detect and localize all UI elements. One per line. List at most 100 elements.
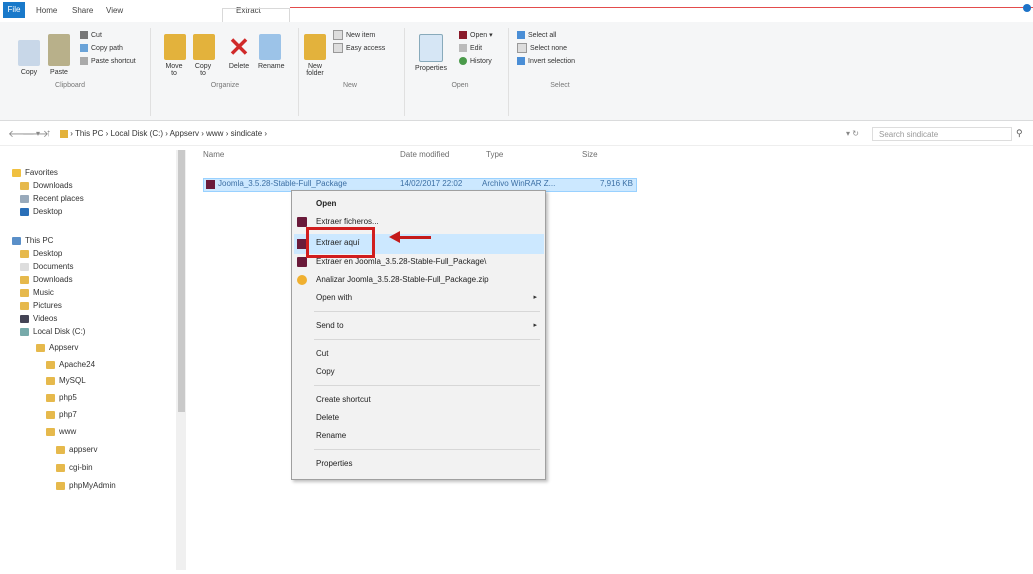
open-button[interactable]: Open ▾ [459,30,493,41]
copy-path-icon [80,44,88,53]
folder-icon [56,463,65,472]
nav-item-videos[interactable]: Videos [20,312,57,325]
nav-item-pictures[interactable]: Pictures [20,299,62,312]
easy-access-button[interactable]: Easy access [333,43,385,54]
invert-selection-icon [517,57,525,66]
menu-item-copy[interactable]: Copy [292,363,543,381]
breadcrumb-item[interactable]: Local Disk (C:) [111,129,163,138]
tab-share[interactable]: Share [66,3,99,19]
scissors-icon [80,31,88,40]
breadcrumb-item[interactable]: Appserv [170,129,199,138]
column-size[interactable]: Size [582,150,598,159]
search-input[interactable]: Search sindicate [872,127,1012,141]
nav-item-music[interactable]: Music [20,286,54,299]
breadcrumb-item[interactable]: This PC [75,129,103,138]
nav-item-phpmyadmin[interactable]: phpMyAdmin [56,479,116,492]
select-none-button[interactable]: Select none [517,43,567,54]
menu-item-open[interactable]: Open [292,195,543,213]
ribbon: Copy Paste Cut Copy path Paste shortcut … [0,22,1033,121]
select-group-label: Select [550,82,570,89]
folder-icon [20,249,29,258]
music-icon [20,288,29,297]
select-all-button[interactable]: Select all [517,30,556,41]
nav-item-local-disk[interactable]: Local Disk (C:) [20,325,85,338]
refresh-icon[interactable]: ▾ ↻ [846,129,859,138]
history-button[interactable]: History [459,56,492,67]
copy-path-button[interactable]: Copy path [80,43,123,54]
tab-home[interactable]: Home [30,3,63,19]
pictures-icon [20,301,29,310]
menu-item-scan-archive[interactable]: Analizar Joomla_3.5.28-Stable-Full_Packa… [292,271,543,289]
file-name[interactable]: Joomla_3.5.28-Stable-Full_Package [218,179,347,188]
column-type[interactable]: Type [486,150,503,159]
extract-tab-outline [222,8,290,23]
nav-item-favorites[interactable]: Favorites [12,166,58,179]
menu-item-cut[interactable]: Cut [292,345,543,363]
nav-item-appserv-www[interactable]: appserv [56,443,97,456]
nav-item-desktop[interactable]: Desktop [20,205,62,218]
address-bar: 🡐 🡒 ▾ ↑ › This PC › Local Disk (C:) › Ap… [0,123,1033,146]
nav-item-desktop-pc[interactable]: Desktop [20,247,62,260]
menu-separator [314,339,540,340]
delete-button[interactable]: ✕ Delete [228,34,250,70]
videos-icon [20,314,29,323]
file-size: 7,916 KB [600,179,633,188]
tab-view[interactable]: View [100,3,129,19]
column-date-modified[interactable]: Date modified [400,150,449,159]
cut-button[interactable]: Cut [80,30,102,41]
nav-item-php7[interactable]: php7 [46,408,77,421]
nav-item-this-pc[interactable]: This PC [12,234,53,247]
nav-item-php5[interactable]: php5 [46,391,77,404]
search-icon[interactable]: ⚲ [1016,128,1023,139]
menu-item-send-to[interactable]: Send to ▸ [292,317,543,335]
rename-button[interactable]: Rename [258,34,284,70]
edit-button[interactable]: Edit [459,43,482,54]
nav-item-cgi-bin[interactable]: cgi-bin [56,461,93,474]
copy-button[interactable]: Copy [18,40,40,76]
recent-locations-icon[interactable]: ▾ [36,129,40,138]
delete-x-icon: ✕ [228,32,250,62]
move-to-button[interactable]: Move to [164,34,186,77]
menu-item-rename[interactable]: Rename [292,427,543,445]
nav-item-www[interactable]: www [46,425,76,438]
properties-icon [419,34,443,62]
help-icon[interactable] [1023,4,1031,12]
nav-item-documents[interactable]: Documents [20,260,73,273]
nav-item-appserv[interactable]: Appserv [36,341,78,354]
nav-item-recent-places[interactable]: Recent places [20,192,84,205]
new-folder-button[interactable]: New folder [304,34,326,77]
breadcrumb-item[interactable]: www [206,129,223,138]
copy-to-button[interactable]: Copy to [193,34,215,77]
up-icon[interactable]: ↑ [46,128,51,139]
submenu-arrow-icon: ▸ [533,322,537,329]
organize-group-label: Organize [210,82,240,89]
winrar-icon [297,217,307,227]
menu-item-delete[interactable]: Delete [292,409,543,427]
menu-item-properties[interactable]: Properties [292,455,543,473]
tab-file[interactable]: File [3,2,25,18]
menu-item-create-shortcut[interactable]: Create shortcut [292,391,543,409]
nav-item-downloads-pc[interactable]: Downloads [20,273,73,286]
nav-item-apache24[interactable]: Apache24 [46,358,95,371]
annotation-arrow-shaft [399,236,431,239]
new-item-button[interactable]: New item [333,30,375,41]
easy-access-icon [333,43,343,54]
paste-button[interactable]: Paste [46,34,72,76]
folder-icon [46,360,55,369]
annotation-highlight-box [306,227,375,258]
nav-scrollbar-thumb[interactable] [178,150,185,412]
properties-button[interactable]: Properties [414,34,448,72]
breadcrumb-item[interactable]: sindicate [231,129,263,138]
column-name[interactable]: Name [203,150,224,159]
drive-icon [20,327,29,336]
breadcrumb[interactable]: › This PC › Local Disk (C:) › Appserv › … [60,127,267,141]
folder-icon [46,410,55,419]
antivirus-icon [297,275,307,285]
open-group-label: Open [451,82,469,89]
nav-item-mysql[interactable]: MySQL [46,374,86,387]
folder-icon [46,427,55,436]
paste-shortcut-button[interactable]: Paste shortcut [80,56,136,67]
menu-item-open-with[interactable]: Open with ▸ [292,289,543,307]
nav-item-downloads[interactable]: Downloads [20,179,73,192]
invert-selection-button[interactable]: Invert selection [517,56,575,67]
